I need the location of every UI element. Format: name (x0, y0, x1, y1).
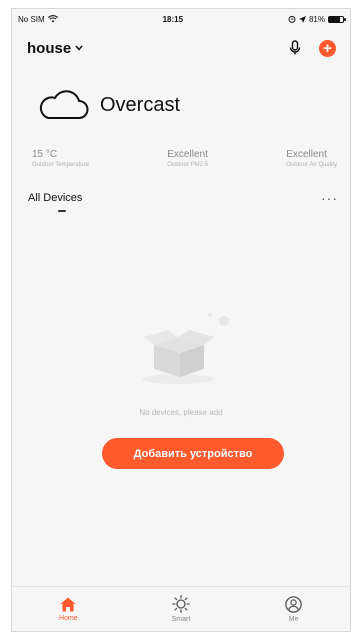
env-label: Outdoor Air Quality (286, 162, 337, 168)
user-icon (285, 595, 302, 613)
env-label: Outdoor PM2.5 (167, 162, 208, 168)
tab-me[interactable]: Me (264, 595, 324, 623)
env-value: Excellent (286, 149, 327, 160)
env-temperature: 15 °C Outdoor Temperature (32, 149, 89, 168)
battery-icon (328, 15, 346, 23)
env-air-quality: Excellent Outdoor Air Quality (286, 149, 337, 168)
cloud-icon (39, 90, 89, 119)
chevron-down-icon (75, 45, 83, 51)
battery-percent: 81% (308, 14, 325, 24)
add-device-button[interactable]: Добавить устройство (102, 438, 284, 469)
env-value: 15 °C (32, 149, 58, 160)
tab-all-devices[interactable]: All Devices (28, 192, 82, 204)
clock: 18:15 (162, 14, 184, 24)
tab-home[interactable]: Home (38, 597, 98, 622)
tab-label: Home (58, 614, 78, 622)
tab-label: Me (288, 615, 299, 623)
env-value: Excellent (167, 149, 208, 160)
carrier-label: No SIM (18, 14, 45, 24)
devices-header: All Devices ··· (28, 191, 338, 205)
env-pm25: Excellent Outdoor PM2.5 (167, 149, 208, 168)
tab-indicator (58, 210, 66, 212)
add-plus-button[interactable]: + (319, 39, 336, 57)
env-label: Outdoor Temperature (32, 162, 89, 168)
app-screen: No SIM 18:15 81% house + Overcast 15 °C … (11, 8, 351, 632)
home-selector[interactable]: house (27, 40, 83, 57)
more-options-icon[interactable]: ··· (321, 191, 338, 205)
empty-state-text: No devices, please add (139, 408, 223, 417)
bottom-tab-bar: Home Smart Me (12, 586, 350, 631)
weather-summary: Overcast (36, 89, 180, 121)
empty-box-icon (142, 313, 229, 384)
tab-label: Smart (171, 616, 191, 623)
environment-row: 15 °C Outdoor Temperature Excellent Outd… (32, 149, 337, 168)
weather-condition: Overcast (100, 93, 181, 116)
status-bar: No SIM 18:15 81% (12, 9, 350, 29)
location-arrow-icon (298, 15, 306, 23)
sun-icon (172, 595, 190, 613)
battery-level (329, 16, 341, 22)
top-bar: house + (12, 35, 350, 61)
tab-smart[interactable]: Smart (151, 595, 211, 623)
wifi-icon (47, 15, 58, 23)
home-name: house (27, 39, 72, 57)
microphone-icon[interactable] (289, 40, 301, 56)
empty-box-illustration (138, 311, 238, 396)
home-icon (60, 597, 76, 611)
alarm-icon (288, 15, 296, 23)
plus-icon: + (323, 39, 332, 57)
